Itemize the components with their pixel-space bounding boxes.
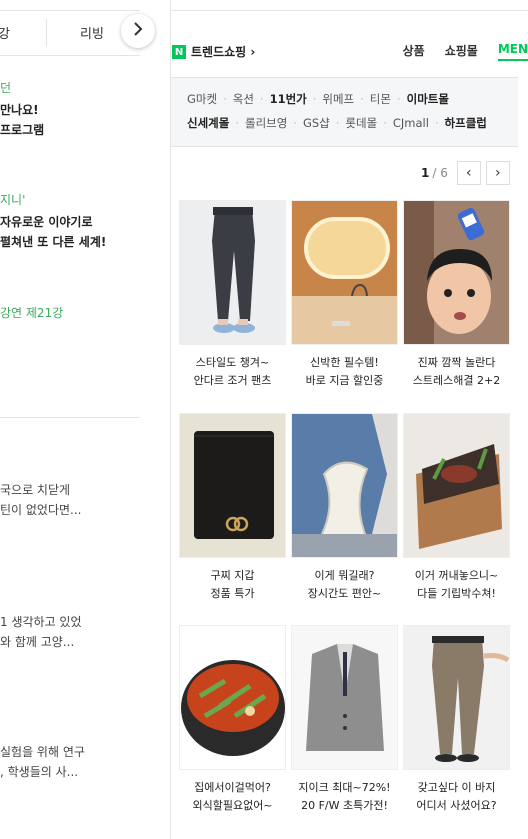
- product-title-line1[interactable]: 진짜 깜짝 놀란다: [403, 354, 510, 372]
- store-link[interactable]: CJmall: [393, 116, 429, 130]
- product-card[interactable]: 구찌 지갑 정품 특가: [179, 413, 286, 603]
- product-title-line1[interactable]: 집에서이걸먹어?: [179, 779, 286, 797]
- separator-dot: ·: [259, 92, 264, 106]
- store-row-1: G마켓 · 옥션 · 11번가 · 위메프 · 티몬 · 이마트몰: [187, 91, 455, 107]
- news-line[interactable]: 펼쳐낸 또 다른 세계!: [0, 232, 106, 252]
- tab-divider: [46, 19, 47, 47]
- product-card[interactable]: 진짜 깜짝 놀란다 스트레스해결 2+2: [403, 200, 510, 390]
- chevron-left-icon: ‹: [466, 165, 472, 181]
- product-title-line2[interactable]: 다들 기립박수쳐!: [403, 585, 510, 603]
- store-link[interactable]: 11번가: [270, 92, 307, 106]
- product-card[interactable]: 이거 꺼내놓으니~ 다들 기립박수쳐!: [403, 413, 510, 603]
- separator-dot: ·: [335, 116, 340, 130]
- separator-dot: ·: [434, 116, 439, 130]
- product-title-line1[interactable]: 갖고싶다 이 바지: [403, 779, 510, 797]
- store-link[interactable]: 신세계몰: [187, 116, 229, 130]
- chevron-right-icon: [133, 22, 143, 40]
- product-card[interactable]: 집에서이걸먹어? 외식할필요없어~: [179, 625, 286, 815]
- naver-logo-icon: N: [172, 45, 186, 59]
- tab-malls[interactable]: 쇼핑몰: [445, 42, 478, 61]
- product-title-line1[interactable]: 구찌 지갑: [179, 567, 286, 585]
- top-border: [171, 0, 528, 11]
- product-title-line1[interactable]: 지이크 최대~72%!: [291, 779, 398, 797]
- separator-dot: ·: [293, 116, 297, 130]
- news-line[interactable]: 국으로 치닫게: [0, 480, 70, 500]
- separator-dot: ·: [383, 116, 387, 130]
- product-card[interactable]: 스타일도 챙겨~ 안다르 조거 팬츠: [179, 200, 286, 390]
- product-image[interactable]: [179, 413, 286, 558]
- product-title-line1[interactable]: 이거 꺼내놓으니~: [403, 567, 510, 585]
- product-card[interactable]: 갖고싶다 이 바지 어디서 사셨어요?: [403, 625, 510, 815]
- store-link[interactable]: 롯데몰: [345, 116, 377, 130]
- store-links-box: G마켓 · 옥션 · 11번가 · 위메프 · 티몬 · 이마트몰 신세계몰 · 롤리브영 · GS샵 · 롯데…: [171, 77, 518, 147]
- product-title-line2[interactable]: 장시간도 편안~: [291, 585, 398, 603]
- store-link[interactable]: 이마트몰: [407, 92, 449, 106]
- product-title-line2[interactable]: 정품 특가: [179, 585, 286, 603]
- product-image[interactable]: [291, 625, 398, 770]
- product-image[interactable]: [403, 413, 510, 558]
- prev-page-button[interactable]: ‹: [456, 161, 481, 185]
- product-title-line2[interactable]: 바로 지금 할인중: [291, 372, 398, 390]
- separator-dot: ·: [360, 92, 364, 106]
- store-link[interactable]: 티몬: [370, 92, 391, 106]
- news-line[interactable]: 자유로운 이야기로: [0, 212, 93, 232]
- trend-shopping-title[interactable]: 트렌드쇼핑 ›: [191, 43, 255, 60]
- product-card[interactable]: 이게 뭐길래? 장시간도 편안~: [291, 413, 398, 603]
- product-card[interactable]: 지이크 최대~72%! 20 F/W 초특가전!: [291, 625, 398, 815]
- left-divider: [0, 417, 140, 418]
- tab-living[interactable]: 리빙: [80, 23, 104, 42]
- store-link[interactable]: 옥션: [233, 92, 254, 106]
- product-image[interactable]: [403, 625, 510, 770]
- news-line[interactable]: 와 함께 고양...: [0, 632, 74, 652]
- store-row-2: 신세계몰 · 롤리브영 · GS샵 · 롯데몰 · CJmall · 하프클럽: [187, 115, 493, 131]
- total-pages: / 6: [432, 166, 448, 180]
- separator-dot: ·: [312, 92, 317, 106]
- product-title-line1[interactable]: 스타일도 챙겨~: [179, 354, 286, 372]
- product-title-line1[interactable]: 신박한 필수템!: [291, 354, 398, 372]
- product-title-line2[interactable]: 외식할필요없어~: [179, 797, 286, 815]
- scroll-right-button[interactable]: [121, 14, 155, 48]
- news-line[interactable]: 강연 제21강: [0, 303, 63, 323]
- product-image[interactable]: [403, 200, 510, 345]
- product-title-line2[interactable]: 20 F/W 초특가전!: [291, 797, 398, 815]
- left-category-tabs: 강 리빙: [0, 10, 140, 56]
- product-title-line1[interactable]: 이게 뭐길래?: [291, 567, 398, 585]
- product-title-line2[interactable]: 스트레스해결 2+2: [403, 372, 510, 390]
- trend-shopping-panel: N 트렌드쇼핑 › 상품 쇼핑몰 MEN G마켓 · 옥션 · 11번가 · 위메프 · 티몬 ·…: [171, 0, 528, 839]
- separator-dot: ·: [396, 92, 401, 106]
- pagination: 1 / 6 ‹ ›: [421, 161, 510, 185]
- chevron-right-icon: ›: [495, 165, 501, 181]
- product-card[interactable]: 신박한 필수템! 바로 지금 할인중: [291, 200, 398, 390]
- product-image[interactable]: [179, 200, 286, 345]
- store-link[interactable]: GS샵: [303, 116, 330, 130]
- product-image[interactable]: [179, 625, 286, 770]
- shopping-tabs: 상품 쇼핑몰 MEN: [383, 42, 528, 61]
- product-title-line2[interactable]: 어디서 사셨어요?: [403, 797, 510, 815]
- store-link[interactable]: G마켓: [187, 92, 217, 106]
- next-page-button[interactable]: ›: [485, 161, 510, 185]
- store-link[interactable]: 위메프: [322, 92, 354, 106]
- news-line[interactable]: 지니': [0, 190, 25, 210]
- news-line[interactable]: 프로그램: [0, 120, 44, 140]
- product-title-line2[interactable]: 안다르 조거 팬츠: [179, 372, 286, 390]
- left-news-column: 강 리빙 던 만나요! 프로그램지니' 자유로운 이야기로 펼쳐낸 또 다른 세계! 강연…: [0, 0, 140, 839]
- store-link[interactable]: 롤리브영: [245, 116, 287, 130]
- news-line[interactable]: 실험을 위해 연구: [0, 742, 85, 762]
- separator-dot: ·: [235, 116, 239, 130]
- news-line[interactable]: 틴이 없었다면...: [0, 500, 82, 520]
- trend-shopping-header: N 트렌드쇼핑 › 상품 쇼핑몰 MEN: [171, 34, 528, 62]
- news-line[interactable]: , 학생들의 사...: [0, 762, 78, 782]
- product-image[interactable]: [291, 413, 398, 558]
- news-line[interactable]: 만나요!: [0, 100, 39, 120]
- product-image[interactable]: [291, 200, 398, 345]
- tab-partial[interactable]: 강: [0, 23, 10, 42]
- tab-men[interactable]: MEN: [497, 42, 528, 61]
- store-link[interactable]: 하프클럽: [445, 116, 487, 130]
- current-page: 1: [421, 166, 430, 180]
- tab-products[interactable]: 상품: [403, 42, 425, 61]
- separator-dot: ·: [223, 92, 227, 106]
- news-line[interactable]: 던: [0, 78, 11, 98]
- news-line[interactable]: 1 생각하고 있었: [0, 612, 82, 632]
